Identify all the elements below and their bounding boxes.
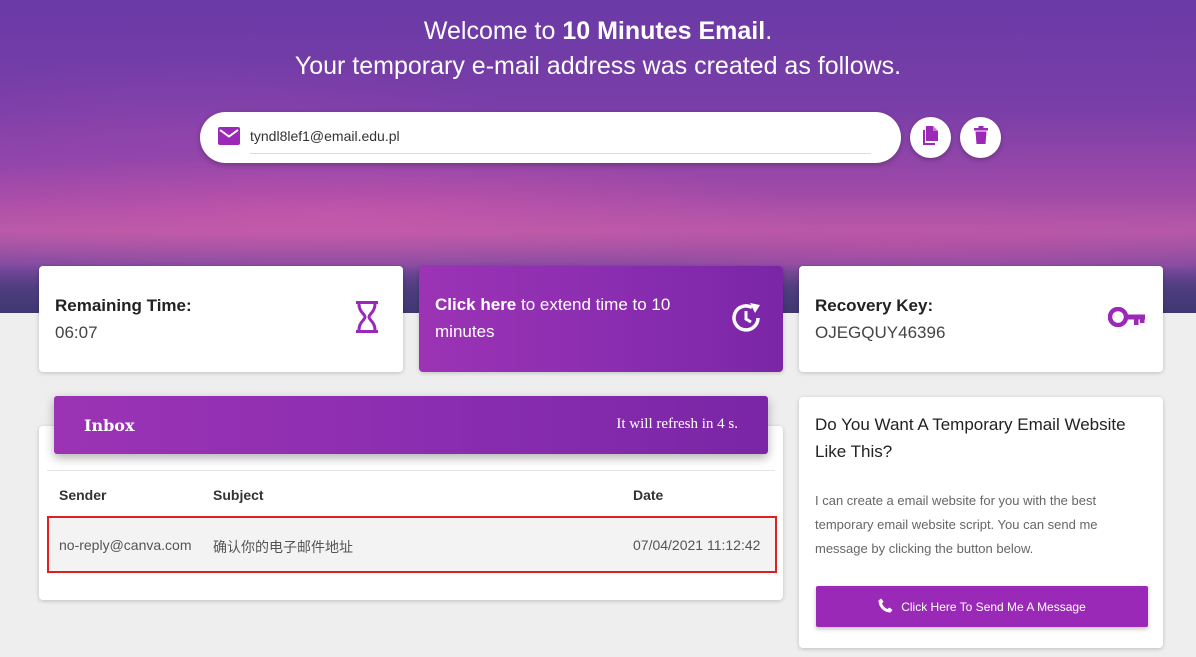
row-date[interactable]: 07/04/2021 11:12:42 (633, 537, 760, 553)
send-message-button[interactable]: Click Here To Send Me A Message (816, 586, 1148, 627)
remaining-time-value: 06:07 (55, 323, 98, 342)
inbox-divider (47, 470, 775, 471)
promo-text: I can create a email website for you wit… (815, 493, 1098, 556)
welcome-subtitle: Your temporary e-mail address was create… (294, 52, 902, 80)
welcome-heading: Welcome to 10 Minutes Email. Your tempor… (0, 14, 1196, 84)
extend-time-bold: Click here (435, 295, 517, 314)
hourglass-icon (355, 300, 379, 339)
inbox-title: Inbox (84, 416, 135, 435)
row-sender[interactable]: no-reply@canva.com (59, 537, 192, 553)
column-header-subject: Subject (213, 487, 264, 503)
key-icon (1107, 306, 1146, 332)
mail-icon (218, 127, 240, 150)
inbox-header: Inbox It will refresh in 4 s. (54, 396, 768, 454)
copy-icon (922, 125, 939, 150)
extend-time-button[interactable]: Click here to extend time to 10 minutes (419, 266, 783, 372)
welcome-prefix: Welcome to (423, 17, 563, 45)
recovery-key-label: Recovery Key: (815, 296, 934, 315)
welcome-brand: 10 Minutes Email (562, 17, 766, 45)
promo-title: Do You Want A Temporary Email Website Li… (815, 415, 1126, 461)
remaining-time-card: Remaining Time: 06:07 (39, 266, 403, 372)
email-underline (250, 153, 871, 154)
recovery-key-value[interactable]: OJEGQUY46396 (815, 323, 945, 343)
email-address-box[interactable]: tyndl8lef1@email.edu.pl (200, 112, 901, 163)
delete-button[interactable] (960, 117, 1001, 158)
inbox-refresh-status: It will refresh in 4 s. (616, 416, 738, 432)
send-message-label: Click Here To Send Me A Message (901, 599, 1086, 614)
remaining-time-label: Remaining Time: (55, 296, 192, 315)
phone-icon (878, 598, 893, 616)
copy-button[interactable] (910, 117, 951, 158)
welcome-suffix: . (765, 17, 773, 45)
email-address-text[interactable]: tyndl8lef1@email.edu.pl (250, 128, 400, 144)
trash-icon (973, 126, 988, 149)
extend-time-text: Click here to extend time to 10 minutes (435, 291, 705, 345)
row-subject[interactable]: 确认你的电子邮件地址 (213, 537, 353, 557)
clock-refresh-icon (730, 301, 764, 340)
column-header-date: Date (633, 487, 664, 503)
column-header-sender: Sender (59, 487, 107, 503)
recovery-key-card: Recovery Key: OJEGQUY46396 (799, 266, 1163, 372)
